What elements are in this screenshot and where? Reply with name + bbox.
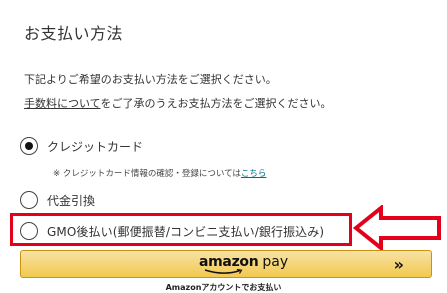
- credit-card-label: クレジットカード: [47, 139, 144, 154]
- instruction-line-1: 下記よりご希望のお支払い方法をご選択ください。: [24, 73, 277, 86]
- amazon-pay-logo: amazon pay: [199, 254, 288, 270]
- payment-option-gmo-deferred[interactable]: GMO後払い(郵便振替/コンビニ支払い/銀行振込み): [20, 222, 324, 240]
- card-note: ※ クレジットカード情報の確認・登録についてはこちら: [53, 167, 266, 179]
- credit-card-radio[interactable]: [20, 137, 38, 155]
- instructions: 下記よりご希望のお支払い方法をご選択ください。 手数料についてをご了承のうえお支…: [24, 68, 331, 116]
- gmo-deferred-radio[interactable]: [20, 222, 38, 240]
- gmo-deferred-label: GMO後払い(郵便振替/コンビニ支払い/銀行振込み): [47, 224, 325, 239]
- amazon-pay-button[interactable]: amazon pay »: [20, 250, 432, 278]
- card-info-link[interactable]: こちら: [241, 169, 267, 179]
- amazon-smile-icon: [204, 269, 243, 274]
- instruction-line-2: 手数料についてをご了承のうえお支払方法をご選択ください。: [24, 92, 331, 116]
- fees-link[interactable]: 手数料について: [24, 97, 100, 110]
- double-chevron-right-icon: »: [393, 255, 404, 274]
- payment-option-cash-on-delivery[interactable]: 代金引換: [20, 191, 95, 209]
- amazon-pay-caption: Amazonアカウントでお支払い: [165, 283, 282, 292]
- payment-option-credit-card[interactable]: クレジットカード: [20, 137, 143, 155]
- cash-on-delivery-label: 代金引換: [47, 193, 96, 208]
- cash-on-delivery-radio[interactable]: [20, 191, 38, 209]
- pay-logo-word: pay: [262, 254, 289, 270]
- page-title: お支払い方法: [24, 24, 124, 43]
- instruction-line-2-rest: をご了承のうえお支払方法をご選択ください。: [100, 97, 332, 110]
- card-note-text: ※ クレジットカード情報の確認・登録については: [53, 169, 241, 179]
- red-arrow-icon: [353, 205, 441, 251]
- amazon-logo-word: amazon: [199, 254, 259, 270]
